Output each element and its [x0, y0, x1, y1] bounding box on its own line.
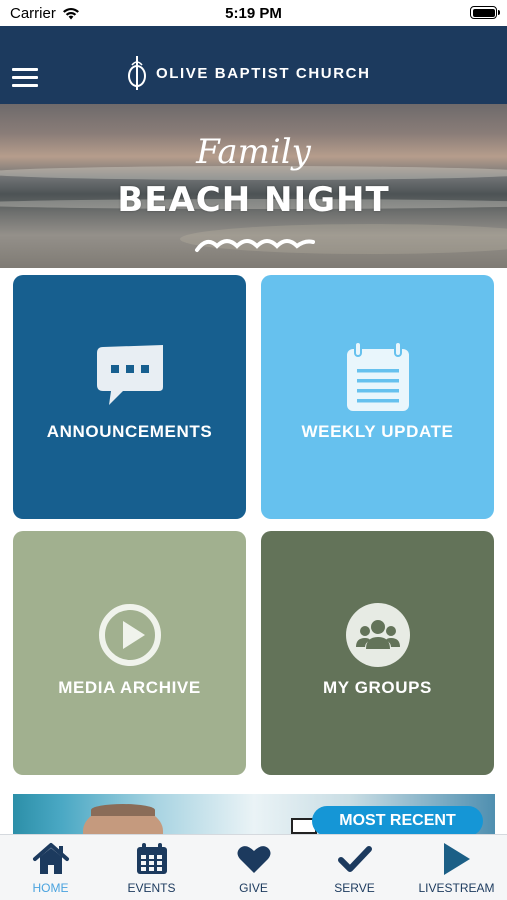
hamburger-menu-icon[interactable] — [12, 68, 38, 88]
tab-label-livestream: LIVESTREAM — [418, 881, 495, 895]
status-time: 5:19 PM — [225, 5, 282, 22]
play-circle-icon — [98, 604, 161, 666]
tile-weekly-update[interactable]: WEEKLY UPDATE — [261, 275, 494, 519]
tile-label-my-groups: MY GROUPS — [323, 678, 432, 697]
tab-livestream[interactable]: LIVESTREAM — [406, 835, 507, 900]
tile-label-weekly-update: WEEKLY UPDATE — [301, 422, 454, 441]
notepad-icon — [346, 341, 409, 411]
tab-label-serve: SERVE — [334, 881, 375, 895]
wave-squiggle-icon — [195, 239, 315, 252]
battery-icon — [470, 6, 500, 19]
tab-label-events: EVENTS — [127, 881, 176, 895]
tab-label-give: GIVE — [239, 881, 268, 895]
tile-my-groups[interactable]: MY GROUPS — [261, 531, 494, 775]
calendar-icon — [136, 843, 167, 874]
church-name: OLIVE BAPTIST CHURCH — [156, 64, 371, 82]
status-bar: Carrier 5:19 PM — [0, 0, 507, 26]
checkmark-icon — [337, 846, 372, 872]
tile-label-media-archive: MEDIA ARCHIVE — [58, 678, 201, 697]
church-brand: OLIVE BAPTIST CHURCH — [126, 55, 371, 91]
tile-announcements[interactable]: ANNOUNCEMENTS — [13, 275, 246, 519]
banner-script-text: Family — [196, 132, 311, 172]
tile-label-announcements: ANNOUNCEMENTS — [46, 422, 213, 441]
heart-icon — [237, 846, 270, 873]
tab-give[interactable]: GIVE — [203, 835, 304, 900]
tab-events[interactable]: EVENTS — [101, 835, 202, 900]
chat-bubble-icon — [96, 345, 163, 405]
most-recent-badge[interactable]: MOST RECENT — [312, 806, 483, 836]
app-header: OLIVE BAPTIST CHURCH — [0, 26, 507, 104]
group-icon — [345, 603, 410, 667]
church-logo-icon — [128, 56, 146, 90]
tab-serve[interactable]: SERVE — [304, 835, 405, 900]
tile-media-archive[interactable]: MEDIA ARCHIVE — [13, 531, 246, 775]
tab-label-home: HOME — [32, 881, 69, 895]
banner-title: BEACH NIGHT — [117, 180, 390, 220]
tab-home[interactable]: HOME — [0, 835, 101, 900]
home-icon — [32, 843, 69, 874]
tab-bar: HOME EVENTS GIVE SERVE LIVESTREAM — [0, 834, 507, 900]
play-icon — [443, 843, 470, 875]
